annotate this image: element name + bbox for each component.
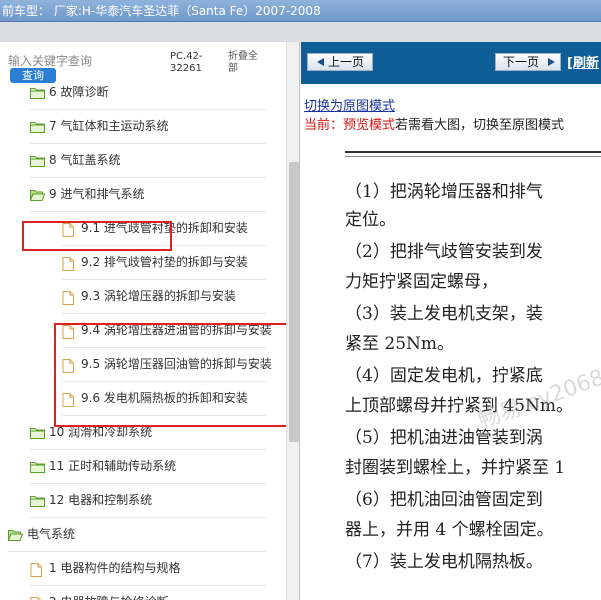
tree-item-label: 12 电器和控制系统 [49, 493, 153, 507]
tree-item-label: 6 故障诊断 [49, 86, 109, 99]
tree-item-label: 电气系统 [27, 527, 76, 541]
folder-icon [30, 427, 45, 442]
document-line: 上顶部螺母并拧紧到 45Nm。 [345, 396, 574, 416]
folder-icon [30, 87, 45, 102]
document-line: （4）固定发电机，拧紧底 [345, 366, 543, 386]
tree-item-label: 2 电器故障与检修诊断 [49, 594, 168, 600]
prev-page-label: 上一页 [328, 55, 365, 69]
tree-item-label: 9 进气和排气系统 [49, 187, 145, 201]
tree-item[interactable]: 9.2 排气歧管衬垫的拆卸与安装 [0, 246, 286, 280]
tree-item[interactable]: 7 气缸体和主运动系统 [0, 110, 286, 144]
tree-item[interactable]: 2 电器故障与检修诊断 [0, 586, 286, 600]
tree-item[interactable]: 9.3 涡轮增压器的拆卸与安装 [0, 280, 286, 314]
collapse-all-button[interactable]: 折叠全部 [228, 51, 264, 75]
tree-item-label: 7 气缸体和主运动系统 [49, 119, 169, 133]
document-line: （3）装上发电机支架，装 [345, 304, 543, 324]
highlight-box-section-9 [22, 221, 172, 251]
toolbar-strip [0, 22, 601, 42]
prev-page-button[interactable]: 上一页 [307, 53, 373, 71]
tree-item-label: 9.2 排气歧管衬垫的拆卸与安装 [81, 255, 248, 269]
document-line: 力矩拧紧固定螺母， [345, 272, 498, 292]
document-rule-thin [345, 156, 601, 157]
tree-scrollbar-thumb[interactable] [289, 162, 299, 442]
document-viewer: 上一页 下一页 [刷新 切换为原图模式 当前：预览模式若需看大图，切换至原图模式… [301, 42, 601, 600]
tree-item-label: 8 气缸盖系统 [49, 153, 121, 167]
highlight-box-turbo-items [54, 323, 290, 427]
window-title: 前车型： 厂家:H-华泰汽车圣达菲（Santa Fe）2007-2008 [0, 0, 601, 22]
document-line: 紧至 25Nm。 [345, 334, 455, 354]
folder-open-icon [7, 529, 24, 544]
arrow-left-icon [317, 58, 324, 66]
tree-scrollbar[interactable] [286, 42, 299, 600]
document-line: 定位。 [345, 210, 396, 230]
folder-icon [30, 155, 45, 170]
tree-item[interactable]: 12 电器和控制系统 [0, 484, 286, 518]
tree-item[interactable]: 8 气缸盖系统 [0, 144, 286, 178]
document-icon [62, 291, 74, 308]
document-line: （5）把机油进油管装到涡 [345, 428, 543, 448]
document-icon [30, 563, 42, 580]
status-hint: 若需看大图，切换至原图模式 [395, 118, 565, 133]
document-line: 封圈装到螺栓上，并拧紧至 1 [345, 458, 566, 478]
document-icon [62, 257, 74, 274]
search-button[interactable]: 查询 [10, 68, 56, 83]
document-line: （7）装上发电机隔热板。 [345, 552, 543, 572]
tree-item[interactable]: 1 电器构件的结构与规格 [0, 552, 286, 586]
document-rule-thick [345, 151, 601, 153]
folder-icon [30, 495, 45, 510]
folder-open-icon [29, 189, 46, 204]
tree-item-label: 11 正时和辅助传动系统 [49, 459, 177, 473]
tree-item[interactable]: 电气系统 [0, 518, 286, 552]
tree-item[interactable]: 6 故障诊断 [0, 86, 286, 110]
arrow-right-icon [548, 58, 555, 66]
folder-icon [30, 461, 45, 476]
folder-icon [30, 121, 45, 136]
tree-item-label: 9.3 涡轮增压器的拆卸与安装 [81, 289, 236, 303]
watermark: 畅易 cy2068.com [475, 346, 601, 434]
tree-item[interactable]: 9 进气和排气系统 [0, 178, 286, 212]
tree-item-label: 1 电器构件的结构与规格 [49, 561, 181, 575]
refresh-link[interactable]: [刷新 [567, 52, 599, 71]
next-page-button[interactable]: 下一页 [495, 53, 561, 71]
next-page-label: 下一页 [503, 55, 540, 69]
search-bar: 查询 PC.42-32261 折叠全部 [0, 42, 299, 86]
status-mode: 当前：预览模式 [304, 118, 396, 133]
view-mode-status: 当前：预览模式若需看大图，切换至原图模式 [304, 114, 564, 133]
document-line: （1）把涡轮增压器和排气 [345, 182, 543, 202]
tree-item[interactable]: 11 正时和辅助传动系统 [0, 450, 286, 484]
viewer-navbar: 上一页 下一页 [刷新 [301, 42, 601, 84]
switch-to-original-link[interactable]: 切换为原图模式 [304, 95, 395, 114]
document-line: 器上，并用 4 个螺栓固定。 [345, 520, 554, 540]
navigation-pane: 查询 PC.42-32261 折叠全部 6 故障诊断 7 气缸体和主运动系统 8 气… [0, 42, 300, 600]
document-line: （2）把排气歧管安装到发 [345, 242, 543, 262]
document-line: （6）把机油回油管固定到 [345, 490, 543, 510]
pc-code: PC.42-32261 [170, 51, 203, 74]
